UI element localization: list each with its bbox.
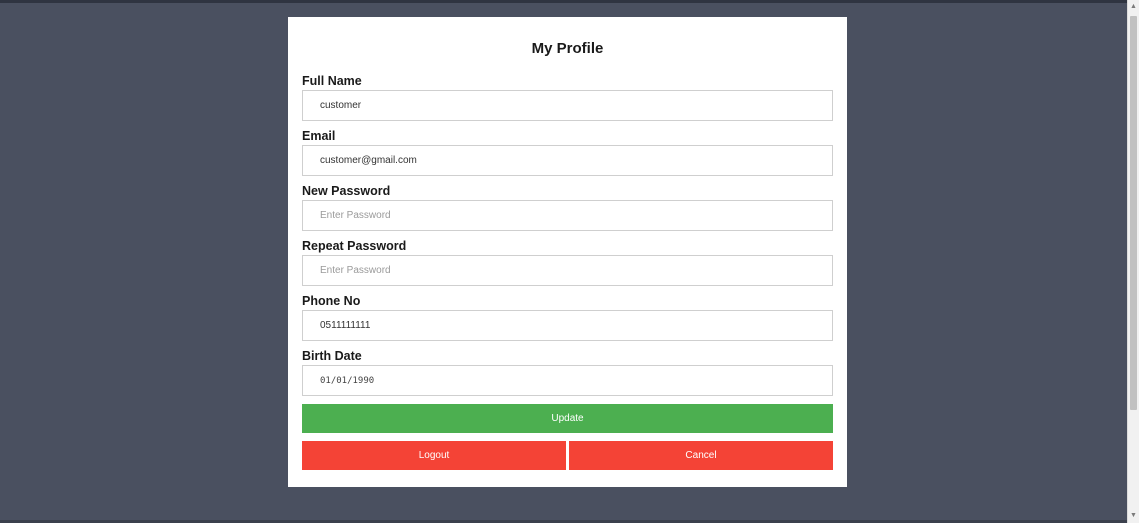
phone-value: 0511111111 bbox=[320, 320, 371, 331]
new-password-placeholder: Enter Password bbox=[320, 210, 391, 221]
window-top-edge bbox=[0, 0, 1127, 3]
email-value: customer@gmail.com bbox=[320, 155, 417, 166]
profile-card: My Profile Full Name customer Email cust… bbox=[288, 17, 847, 487]
full-name-label: Full Name bbox=[302, 74, 362, 88]
repeat-password-group: Repeat Password Enter Password bbox=[302, 239, 833, 286]
phone-group: Phone No 0511111111 bbox=[302, 294, 833, 341]
birth-date-label: Birth Date bbox=[302, 349, 362, 363]
email-group: Email customer@gmail.com bbox=[302, 129, 833, 176]
email-label: Email bbox=[302, 129, 336, 143]
full-name-value: customer bbox=[320, 100, 362, 111]
birth-date-group: Birth Date 01/01/1990 bbox=[302, 349, 833, 396]
birth-date-value: 01/01/1990 bbox=[320, 375, 375, 386]
repeat-password-placeholder: Enter Password bbox=[320, 265, 391, 276]
scrollbar-thumb[interactable] bbox=[1130, 16, 1137, 410]
new-password-group: New Password Enter Password bbox=[302, 184, 833, 231]
logout-button[interactable]: Logout bbox=[302, 441, 566, 470]
full-name-group: Full Name customer bbox=[302, 74, 833, 121]
page-title: My Profile bbox=[531, 40, 604, 57]
new-password-label: New Password bbox=[302, 184, 391, 198]
phone-label: Phone No bbox=[302, 294, 361, 308]
repeat-password-label: Repeat Password bbox=[302, 239, 407, 253]
scroll-up-arrow-icon[interactable]: ▲ bbox=[1128, 0, 1139, 14]
cancel-button[interactable]: Cancel bbox=[569, 441, 833, 470]
new-password-field[interactable]: Enter Password bbox=[302, 200, 833, 231]
action-buttons-row: Logout Cancel bbox=[302, 441, 833, 470]
scroll-down-arrow-icon[interactable]: ▼ bbox=[1128, 509, 1139, 523]
full-name-field[interactable]: customer bbox=[302, 90, 833, 121]
update-button[interactable]: Update bbox=[302, 404, 833, 433]
vertical-scrollbar[interactable]: ▲ ▼ bbox=[1127, 0, 1139, 523]
birth-date-field[interactable]: 01/01/1990 bbox=[302, 365, 833, 396]
repeat-password-field[interactable]: Enter Password bbox=[302, 255, 833, 286]
phone-field[interactable]: 0511111111 bbox=[302, 310, 833, 341]
email-field[interactable]: customer@gmail.com bbox=[302, 145, 833, 176]
